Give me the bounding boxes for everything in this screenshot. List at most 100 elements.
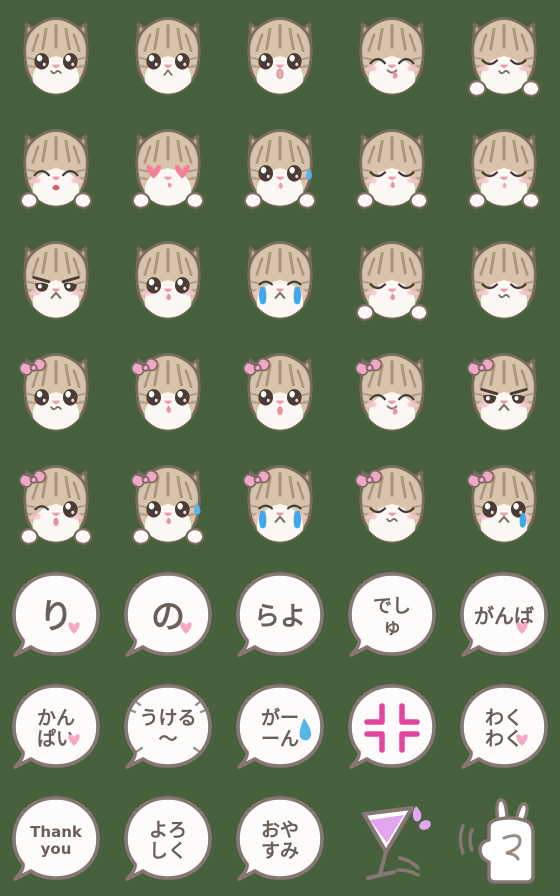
cat-angry-art — [23, 241, 89, 319]
cat-sleepy-paws[interactable]: cat face sleepy with paws — [336, 224, 448, 336]
cat-sulking-paws[interactable]: cat face sulking with paws — [448, 112, 560, 224]
bubble-wakuwaku[interactable]: わくわく わくわく — [448, 672, 560, 784]
bubble-line: you — [41, 840, 72, 858]
cat-bow-sleepy[interactable]: cat with bow sleepy — [336, 448, 448, 560]
cat-bow-angry-art — [466, 353, 537, 431]
bubble-anger-mark[interactable] — [336, 672, 448, 784]
cat-shy-paws[interactable]: cat face shy with paws — [448, 0, 560, 112]
cat-happy-tongue[interactable]: cat face happy tongue out — [336, 0, 448, 112]
bubble-line: おや — [261, 819, 299, 841]
cat-laughing-paws-art — [19, 129, 93, 209]
cat-sad-frown-art — [135, 17, 201, 95]
cat-pleading-art — [135, 241, 201, 319]
bubble-anger-mark-art — [348, 684, 436, 769]
bubble-line: がー — [261, 706, 299, 729]
cat-happy-tongue-art — [359, 17, 425, 95]
bubble-kanpai[interactable]: かんぱい かんぱい — [0, 672, 112, 784]
bubble-line: らよ — [254, 602, 306, 632]
bubble-line: うける — [139, 707, 196, 729]
cat-bow-teary[interactable]: cat with bow single tear — [448, 448, 560, 560]
cat-pleading[interactable]: cat face pleading — [112, 224, 224, 336]
bubble-line: Thank — [30, 823, 83, 841]
cat-bow-tongue-art — [130, 353, 201, 431]
cat-bow-neutral-art — [18, 353, 89, 431]
cat-surprised-open[interactable]: cat face surprised open mouth — [224, 0, 336, 112]
bubble-deshu[interactable]: でしゅ でしゅ — [336, 560, 448, 672]
motion-lines — [458, 824, 474, 855]
bubble-line: でし — [373, 595, 411, 617]
cat-worried-sweat-art — [243, 129, 317, 209]
bubble-gaan[interactable]: がーーん がーーん — [224, 672, 336, 784]
bubble-yoroshiku[interactable]: よろしく よろしく — [112, 784, 224, 896]
bunny-hand-art — [458, 798, 535, 884]
splash-icon — [412, 806, 422, 822]
cat-sad-frown[interactable]: cat face sad frown — [112, 0, 224, 112]
bubble-line: り — [39, 597, 73, 637]
bubble-no[interactable]: の の — [112, 560, 224, 672]
cat-relieved-art — [471, 241, 537, 319]
bubble-thank-you[interactable]: Thankyou Thank you — [0, 784, 112, 896]
cat-crying-art — [247, 241, 313, 319]
cat-bow-surprised[interactable]: cat with bow surprised — [224, 336, 336, 448]
bubble-line: よろ — [149, 819, 187, 841]
cat-laughing-paws[interactable]: cat face laughing with paws — [0, 112, 112, 224]
bunny-hand[interactable]: bunny hand gesture — [448, 784, 560, 896]
cat-neutral[interactable]: cat face neutral wavy mouth — [0, 0, 112, 112]
cat-angry[interactable]: cat face angry — [0, 224, 112, 336]
bubble-oyasumi-art: おやすみ — [236, 796, 324, 881]
bubble-line: かん — [37, 707, 75, 729]
cat-neutral-art — [23, 17, 89, 95]
cat-bow-surprised-art — [242, 353, 313, 431]
bubble-line: ーん — [261, 728, 299, 750]
cat-heart-eyes-art — [131, 129, 205, 209]
cat-bow-angry[interactable]: cat with bow angry — [448, 336, 560, 448]
cat-sulking-paws-art — [467, 129, 541, 209]
cat-bow-wink-tongue[interactable]: cat with bow wink tongue — [336, 336, 448, 448]
cat-content-paws[interactable]: cat face content with paws — [336, 112, 448, 224]
cat-bow-crying[interactable]: cat with bow crying tears — [224, 448, 336, 560]
cat-surprised-open-art — [247, 17, 313, 95]
bubble-thank-you-art: Thankyou — [12, 796, 100, 881]
cat-bow-sleepy-art — [354, 465, 425, 543]
cocktail-glass[interactable]: cocktail glass with splash — [336, 784, 448, 896]
cat-relieved[interactable]: cat face relieved closed eyes — [448, 224, 560, 336]
cat-bow-sweat-paws-art — [130, 465, 205, 545]
bubble-line: すみ — [261, 840, 299, 862]
bubble-gaan-art: がーーん — [236, 684, 324, 769]
cat-shy-paws-art — [467, 17, 541, 97]
bubble-kanpai-art: かんぱい — [12, 684, 100, 769]
bubble-rayo[interactable]: らよ らよ — [224, 560, 336, 672]
cat-bow-neutral[interactable]: cat with bow neutral — [0, 336, 112, 448]
cat-bow-crying-art — [242, 465, 313, 543]
bubble-ukeru[interactable]: うける〜 うける〜 — [112, 672, 224, 784]
bubble-line: わく — [485, 707, 523, 729]
bubble-rayo-art: らよ — [236, 572, 324, 657]
bubble-oyasumi[interactable]: おやすみ おやすみ — [224, 784, 336, 896]
bubble-ganba[interactable]: がんば がんば — [448, 560, 560, 672]
cat-bow-wink-tongue-art — [354, 353, 425, 431]
motion-lines — [396, 856, 420, 877]
bubble-ganba-art: がんば — [460, 572, 548, 657]
cat-bow-sweat-paws[interactable]: cat with bow sweat paws — [112, 448, 224, 560]
bubble-ri[interactable]: り り — [0, 560, 112, 672]
cat-worried-sweat[interactable]: cat face worried sweat drop — [224, 112, 336, 224]
cat-bow-tongue[interactable]: cat with bow tongue out — [112, 336, 224, 448]
cat-sleepy-paws-art — [355, 241, 429, 321]
cat-bow-wink-paws[interactable]: cat with bow wink paws — [0, 448, 112, 560]
cat-content-paws-art — [355, 129, 429, 209]
cat-heart-eyes[interactable]: cat face heart eyes — [112, 112, 224, 224]
bubble-line: しく — [149, 840, 187, 862]
cat-bow-teary-art — [466, 465, 537, 543]
bubble-ukeru-art: うける〜 — [124, 684, 212, 769]
bubble-line: の — [151, 597, 185, 637]
cat-bow-wink-paws-art — [18, 465, 93, 545]
cocktail-glass-art — [362, 806, 431, 880]
bubble-line: ゅ — [382, 616, 401, 638]
bubble-wakuwaku-art: わくわく — [460, 684, 548, 769]
emoji-sticker-grid: cat face neutral wavy mouth — [0, 0, 560, 896]
bubble-no-art: の — [124, 572, 212, 657]
bubble-deshu-art: でしゅ — [348, 572, 436, 657]
bubble-line: 〜 — [158, 728, 177, 750]
bubble-yoroshiku-art: よろしく — [124, 796, 212, 881]
cat-crying[interactable]: cat face crying tears — [224, 224, 336, 336]
